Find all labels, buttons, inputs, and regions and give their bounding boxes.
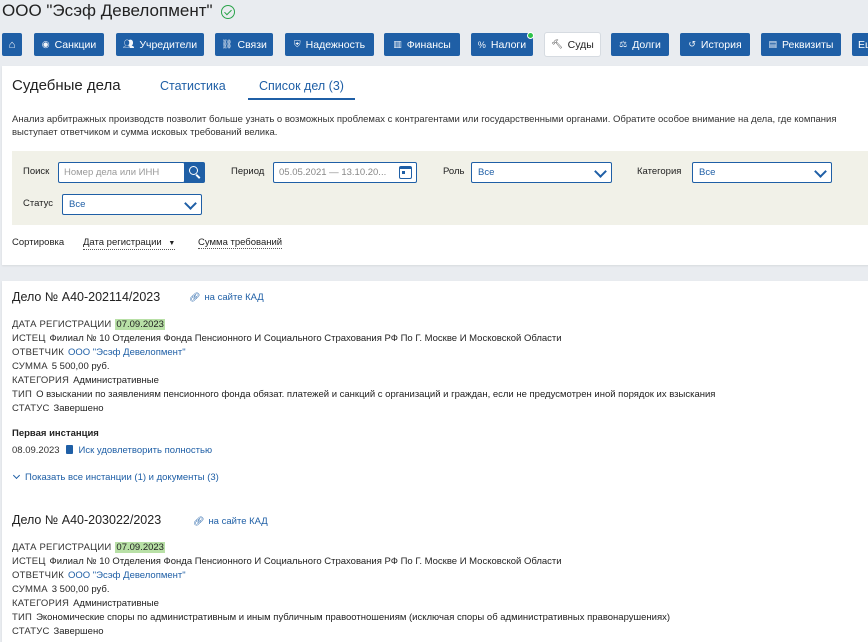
status-label: Статус xyxy=(23,198,54,209)
search-input[interactable]: Номер дела или ИНН xyxy=(58,162,185,183)
nav-finance-button[interactable]: ▥ Финансы xyxy=(384,33,460,56)
document-icon xyxy=(65,445,73,454)
case-category-row: КАТЕГОРИЯ Административные xyxy=(12,598,159,609)
link-icon: 🔗︎ xyxy=(193,516,205,526)
nav-history-button[interactable]: ↺ История xyxy=(680,33,750,56)
case-type-row: ТИП О взыскании по заявлениям пенсионного… xyxy=(12,389,716,400)
new-indicator-dot xyxy=(527,32,534,39)
role-select[interactable]: Все xyxy=(471,162,612,183)
kad-link[interactable]: 🔗︎ на сайте КАД xyxy=(189,292,264,303)
period-label: Период xyxy=(231,166,265,177)
category-label: Категория xyxy=(637,166,682,177)
verified-check-icon xyxy=(220,5,235,19)
chevron-down-icon xyxy=(814,165,827,178)
gavel-icon: 🔨︎ xyxy=(551,39,563,49)
nav-sanctions-button[interactable]: ◉ Санкции xyxy=(34,33,104,56)
show-all-instances-link[interactable]: Показать все инстанции (1) и документы (… xyxy=(12,471,219,483)
description-text: Анализ арбитражных производств позволит … xyxy=(12,114,837,138)
case-category-row: КАТЕГОРИЯ Административные xyxy=(12,375,159,386)
nav-taxes-button[interactable]: % Налоги xyxy=(471,32,534,56)
instance-heading: Первая инстанция xyxy=(12,428,99,439)
status-select[interactable]: Все xyxy=(62,194,202,215)
case-plaintiff-row: ИСТЕЦ Филиал № 10 Отделения Фонда Пенсион… xyxy=(12,556,562,567)
nav-debts-button[interactable]: ⚖︎ Долги xyxy=(611,33,669,56)
document-icon: ▤ xyxy=(768,39,778,49)
instance-document-row: 08.09.2023 Иск удовлетворить полностью xyxy=(12,445,213,456)
case-title[interactable]: Дело № А40-203022/2023 xyxy=(12,513,161,527)
nav-links-button[interactable]: ⛓︎ Связи xyxy=(215,33,273,56)
court-cases-panel: Судебные дела Статистика Список дел (3) … xyxy=(2,66,868,265)
case-status-row: СТАТУС Завершено xyxy=(12,403,104,414)
company-name: ООО "Эсэф Девелопмент" xyxy=(2,1,213,20)
case-defendant-row: ОТВЕТЧИК ООО "Эсэф Девелопмент" xyxy=(12,570,186,581)
history-icon: ↺ xyxy=(688,39,696,49)
instance-document-link[interactable]: Иск удовлетворить полностью xyxy=(79,445,213,456)
chevron-down-icon xyxy=(594,165,607,178)
sort-label: Сортировка xyxy=(12,237,65,248)
tabs-bar: Судебные дела Статистика Список дел (3) xyxy=(2,66,868,102)
tab-case-list[interactable]: Список дел (3) xyxy=(259,79,344,93)
chevron-down-icon xyxy=(12,471,21,480)
link-icon: 🔗︎ xyxy=(189,292,201,302)
case-defendant-row: ОТВЕТЧИК ООО "Эсэф Девелопмент" xyxy=(12,347,186,358)
case-reg-date-row: ДАТА РЕГИСТРАЦИИ 07.09.2023 xyxy=(12,542,165,553)
category-select[interactable]: Все xyxy=(692,162,832,183)
shield-icon: ⛨ xyxy=(293,39,301,49)
links-icon: ⛓︎ xyxy=(221,39,233,49)
nav-founders-button[interactable]: 👥︎ Учредители xyxy=(116,33,204,56)
status-value: Все xyxy=(69,199,86,210)
scales-icon: ⚖︎ xyxy=(619,39,628,49)
company-title: ООО "Эсэф Девелопмент" xyxy=(2,1,235,21)
role-label: Роль xyxy=(443,166,465,177)
section-nav: ⌂ ◉ Санкции 👥︎ Учредители ⛓︎ Связи ⛨ Над… xyxy=(0,32,868,57)
nav-courts-button[interactable]: 🔨︎ Суды xyxy=(545,33,600,56)
globe-icon: ◉ xyxy=(41,39,50,49)
case-type-row: ТИП Экономические споры по административн… xyxy=(12,612,671,623)
sort-by-reg-date[interactable]: Дата регистрации ▼ xyxy=(83,237,176,250)
chevron-down-icon xyxy=(184,197,197,210)
case-reg-date-row: ДАТА РЕГИСТРАЦИИ 07.09.2023 xyxy=(12,319,165,330)
period-value: 05.05.2021 — 13.10.20... xyxy=(279,167,387,178)
tab-statistics[interactable]: Статистика xyxy=(160,79,226,93)
home-icon: ⌂ xyxy=(8,38,16,51)
category-value: Все xyxy=(699,167,716,178)
case-amount-row: СУММА 5 500,00 руб. xyxy=(12,361,110,372)
sort-arrow-icon: ▼ xyxy=(168,240,176,247)
search-label: Поиск xyxy=(23,166,50,177)
panel-title: Судебные дела xyxy=(12,77,121,94)
search-button[interactable] xyxy=(184,162,205,183)
role-value: Все xyxy=(478,167,495,178)
percent-icon: % xyxy=(477,39,486,50)
case-title[interactable]: Дело № А40-202114/2023 xyxy=(12,290,160,304)
nav-requisites-button[interactable]: ▤ Реквизиты xyxy=(761,33,841,56)
period-input[interactable]: 05.05.2021 — 13.10.20... xyxy=(273,162,417,183)
filters-panel: Поиск Номер дела или ИНН Период 05.05.20… xyxy=(12,151,868,225)
defendant-link[interactable]: ООО "Эсэф Девелопмент" xyxy=(68,570,186,581)
case-plaintiff-row: ИСТЕЦ Филиал № 10 Отделения Фонда Пенсион… xyxy=(12,333,562,344)
kad-link[interactable]: 🔗︎ на сайте КАД xyxy=(193,516,268,527)
calendar-icon[interactable] xyxy=(399,166,412,179)
case-amount-row: СУММА 3 500,00 руб. xyxy=(12,584,110,595)
case-status-row: СТАТУС Завершено xyxy=(12,626,104,637)
sort-by-amount[interactable]: Сумма требований xyxy=(198,237,283,249)
nav-home-button[interactable]: ⌂ xyxy=(2,33,22,56)
defendant-link[interactable]: ООО "Эсэф Девелопмент" xyxy=(68,347,186,358)
nav-reliability-button[interactable]: ⛨ Надежность xyxy=(285,33,374,56)
nav-more-button[interactable]: Ец xyxy=(852,33,868,56)
chart-icon: ▥ xyxy=(393,39,402,49)
case-list: Дело № А40-202114/2023 🔗︎ на сайте КАД ДА… xyxy=(2,281,868,642)
active-tab-underline xyxy=(248,98,355,100)
users-icon: 👥︎ xyxy=(122,39,135,49)
